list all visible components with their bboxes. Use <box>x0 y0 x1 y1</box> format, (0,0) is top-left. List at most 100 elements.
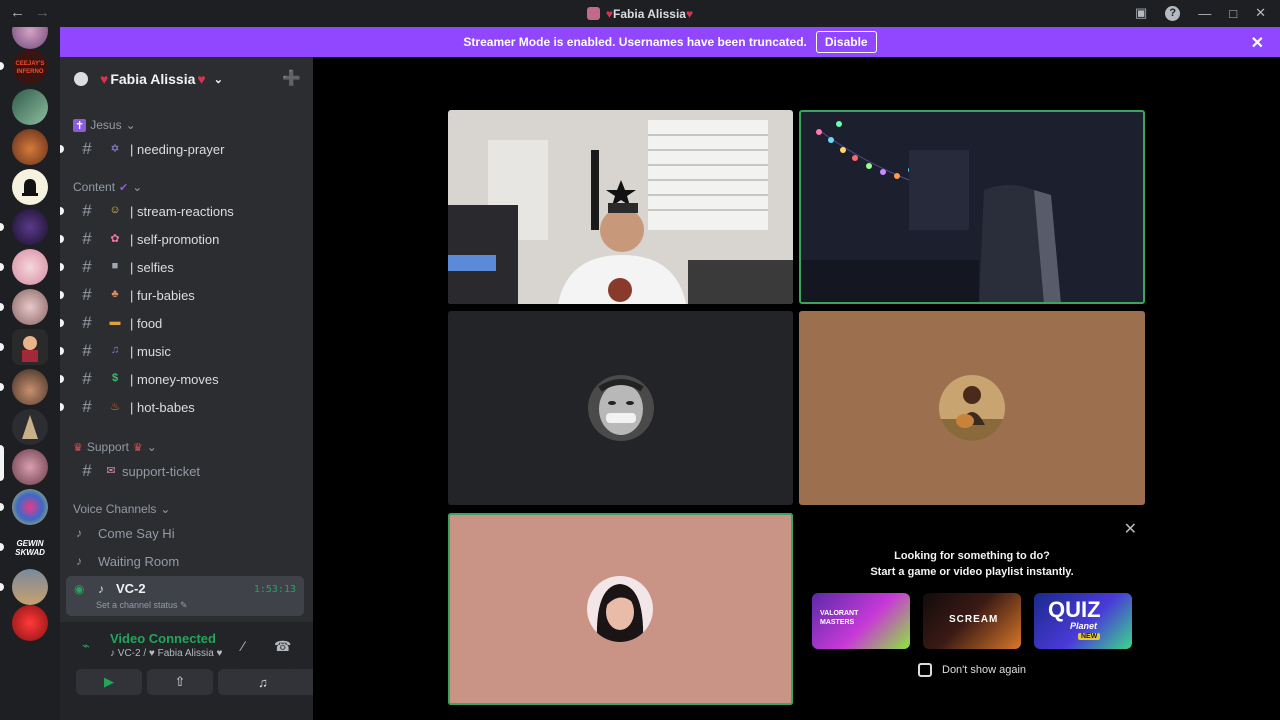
server-icon-gewin[interactable]: GEWIN SKWAD <box>12 529 48 565</box>
svg-text:SKWAD: SKWAD <box>15 548 45 557</box>
server-icon[interactable] <box>12 249 48 285</box>
close-icon[interactable]: ✕ <box>1124 519 1137 539</box>
channel-self-promotion[interactable]: # ✿ | self-promotion <box>60 226 304 252</box>
server-icon[interactable] <box>12 409 48 445</box>
activity-card-sublabel: Planet <box>1070 621 1098 631</box>
unread-indicator <box>60 145 64 153</box>
heart-icon: ♥ <box>685 7 694 21</box>
bell-icon <box>22 179 38 196</box>
noise-suppression-icon[interactable]: ∕ <box>242 638 244 654</box>
video-grid: ✕ Looking for something to do? Start a g… <box>313 57 1280 720</box>
chevron-down-icon: ⌄ <box>125 118 136 132</box>
thinking-face-icon: ☺ <box>109 204 121 216</box>
server-icon[interactable] <box>12 129 48 165</box>
chevron-down-icon: ⌄ <box>213 73 223 86</box>
unread-indicator <box>0 383 4 391</box>
video-tile-camera-dark-room[interactable] <box>799 110 1145 304</box>
call-timer: 1:53:13 <box>253 584 296 595</box>
pet-icon: ♣ <box>111 288 119 300</box>
channel-name: | food <box>130 315 163 331</box>
video-tile-avatar-bw[interactable] <box>448 311 793 505</box>
crown-icon: ♛ <box>132 441 143 454</box>
banner-message: Streamer Mode is enabled. Usernames have… <box>463 35 807 49</box>
server-icon[interactable] <box>12 289 48 325</box>
server-icon[interactable] <box>12 605 48 641</box>
signal-strength-icon[interactable]: ⌁ <box>82 638 90 654</box>
channel-needing-prayer[interactable]: # ✡ | needing-prayer <box>60 136 304 162</box>
channel-stream-reactions[interactable]: # ☺ | stream-reactions <box>60 198 304 224</box>
category-voice-channels[interactable]: Voice Channels ⌄ <box>73 502 170 516</box>
camera-icon: ▶ <box>104 674 114 689</box>
activity-card-quiz-planet[interactable]: QUIZ Planet NEW <box>1034 593 1132 649</box>
set-channel-status-link[interactable]: Set a channel status ✎ <box>96 600 188 611</box>
server-thumbnail-icon <box>586 7 600 20</box>
burger-icon: ▬ <box>109 316 121 328</box>
server-icon[interactable] <box>12 489 48 525</box>
dont-show-again[interactable]: Don't show again <box>918 663 1026 677</box>
checkmark-icon: ✔ <box>119 181 129 194</box>
camera-button[interactable]: ▶ <box>76 669 142 695</box>
activity-card-label: VALORANT MASTERS <box>820 610 859 626</box>
server-icon[interactable] <box>12 169 48 205</box>
camera-feed-dark-room <box>799 110 1145 304</box>
svg-text:GEWIN: GEWIN <box>16 539 43 548</box>
voice-channel-waiting-room[interactable]: ♪ Waiting Room <box>66 547 304 575</box>
window-title: ♥Fabia Alissia♥ <box>0 7 1280 21</box>
camera-feed-room <box>448 110 793 304</box>
avatar-guitar-image <box>939 375 1005 441</box>
connection-channel[interactable]: ♪ VC-2 / ♥ Fabia Alissia ♥ <box>110 648 222 659</box>
channel-name: | needing-prayer <box>130 141 225 157</box>
activity-card-valorant[interactable]: VALORANT MASTERS <box>812 593 910 649</box>
server-icon[interactable] <box>12 27 48 49</box>
maximize-icon[interactable]: □ <box>1229 6 1237 21</box>
channel-name: | fur-babies <box>130 287 195 303</box>
video-tile-avatar-pink[interactable] <box>448 513 793 705</box>
server-icon[interactable] <box>12 449 48 485</box>
channel-selfies[interactable]: # ■ | selfies <box>60 254 304 280</box>
avatar <box>587 576 653 642</box>
soundboard-button[interactable]: ♫ <box>230 669 296 695</box>
server-icon[interactable] <box>12 329 48 365</box>
server-icon[interactable] <box>12 209 48 245</box>
category-jesus[interactable]: ✝ Jesus ⌄ <box>73 118 136 132</box>
server-icon-inferno[interactable]: CEEJAY'S INFERNO <box>12 49 48 85</box>
channel-name: | hot-babes <box>130 399 195 415</box>
inbox-icon[interactable]: ▣ <box>1135 5 1147 21</box>
channel-fur-babies[interactable]: # ♣ | fur-babies <box>60 282 304 308</box>
video-tile-camera-room-lights[interactable] <box>448 110 793 304</box>
hash-icon: # <box>82 341 92 360</box>
connection-status[interactable]: Video Connected <box>110 631 216 646</box>
voice-channel-vc-2[interactable]: ◉ ♪ VC-2 1:53:13 Set a channel status ✎ <box>66 576 304 616</box>
heart-icon: ♥ <box>605 7 614 21</box>
server-icon[interactable] <box>12 89 48 125</box>
checkbox[interactable] <box>918 663 932 677</box>
channel-food[interactable]: # ▬ | food <box>60 310 304 336</box>
category-support[interactable]: ♛ Support ♛ ⌄ <box>73 440 157 454</box>
activity-card-scream[interactable]: SCREAM <box>923 593 1021 649</box>
server-header[interactable]: ♥ Fabia Alissia ♥ ⌄ ➕ <box>60 57 313 101</box>
hash-icon: # <box>82 229 92 248</box>
category-content[interactable]: Content ✔ ⌄ <box>73 180 142 194</box>
activity-card-label: QUIZ <box>1048 597 1101 622</box>
server-icon[interactable] <box>12 369 48 405</box>
chevron-down-icon: ⌄ <box>132 180 143 194</box>
live-activity-icon: ◉ <box>74 582 85 596</box>
voice-channel-come-say-hi[interactable]: ♪ Come Say Hi <box>66 519 304 547</box>
streamer-mode-banner: Streamer Mode is enabled. Usernames have… <box>60 27 1280 57</box>
disable-streamer-mode-button[interactable]: Disable <box>815 31 877 53</box>
close-icon[interactable]: ✕ <box>1251 33 1264 53</box>
channel-support-ticket[interactable]: # ✉ support-ticket <box>66 458 304 484</box>
invite-people-icon[interactable]: ➕ <box>282 69 301 87</box>
hash-icon: # <box>82 313 92 332</box>
minimize-icon[interactable]: — <box>1198 6 1211 21</box>
disconnect-icon[interactable]: ☎ <box>274 638 291 655</box>
server-icon[interactable] <box>12 569 48 605</box>
help-icon[interactable]: ? <box>1165 5 1181 21</box>
channel-money-moves[interactable]: # $ | money-moves <box>60 366 304 392</box>
channel-hot-babes[interactable]: # ♨ | hot-babes <box>60 394 304 420</box>
inferno-logo: CEEJAY'S INFERNO <box>13 50 47 84</box>
channel-music[interactable]: # ♫ | music <box>60 338 304 364</box>
screen-share-button[interactable]: ⇧ <box>147 669 213 695</box>
close-window-icon[interactable]: ✕ <box>1255 5 1266 21</box>
video-tile-avatar-guitar[interactable] <box>799 311 1145 505</box>
